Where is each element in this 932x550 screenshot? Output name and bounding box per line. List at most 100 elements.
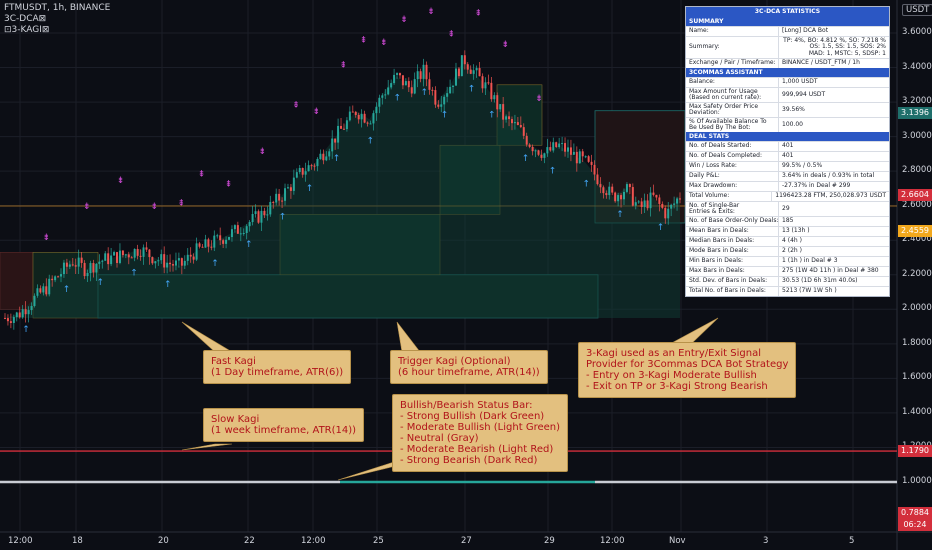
candle-body bbox=[631, 187, 634, 206]
candle-body bbox=[281, 200, 284, 202]
candle-body bbox=[118, 250, 121, 263]
candle-body bbox=[298, 167, 301, 173]
countdown-label: 06:24 bbox=[898, 519, 932, 531]
candle-body bbox=[316, 158, 319, 167]
candle-body bbox=[390, 83, 393, 88]
stats-title: 3C-DCA STATISTICS bbox=[686, 7, 889, 17]
stats-key: No. of Deals Completed: bbox=[686, 152, 779, 161]
candle-body bbox=[516, 122, 519, 126]
y-tick-label: 1.8000 bbox=[902, 337, 932, 348]
candle-body bbox=[186, 254, 189, 261]
candle-body bbox=[478, 68, 481, 77]
stats-row: No. of Deals Completed: 401 bbox=[686, 151, 889, 161]
buy-signal-icon: ↑ bbox=[468, 85, 476, 95]
candle-body bbox=[534, 150, 537, 152]
stats-section-header: 3COMMAS ASSISTANT bbox=[686, 68, 889, 77]
candle-body bbox=[331, 138, 334, 152]
stats-section-header: DEAL STATS bbox=[686, 132, 889, 141]
candle-body bbox=[673, 203, 676, 205]
stats-value: 5213 (7W 1W 5h ) bbox=[782, 287, 837, 295]
candle-body bbox=[284, 188, 287, 201]
candle-body bbox=[189, 254, 192, 257]
candle-body bbox=[254, 211, 257, 215]
buy-signal-icon: ↑ bbox=[657, 223, 665, 233]
stats-key: Mean Bars in Deals: bbox=[686, 227, 779, 236]
candle-body bbox=[104, 253, 107, 261]
y-tick-label: 3.6000 bbox=[902, 27, 932, 37]
stats-key: Name: bbox=[686, 27, 779, 36]
candle-body bbox=[608, 186, 611, 196]
candle-body bbox=[239, 233, 242, 235]
stats-row: Max Drawdown: -27.37% in Deal # 299 bbox=[686, 181, 889, 191]
candle-body bbox=[584, 156, 587, 158]
candle-body bbox=[342, 128, 345, 130]
sell-signal-icon: ⇟ bbox=[427, 7, 435, 17]
stats-key: Total Volume: bbox=[686, 192, 773, 201]
stats-row: % Of Available Balance To Be Used By The… bbox=[686, 117, 889, 132]
stats-value: 4 (4h ) bbox=[782, 237, 802, 245]
stats-row: Std. Dev. of Bars in Deals: 30.53 (1D 6h … bbox=[686, 276, 889, 286]
candle-body bbox=[646, 200, 649, 209]
indicator-kagi-label[interactable]: ⊡3-KAGI⊠ bbox=[4, 25, 110, 36]
stats-key: Max Safety Order Price Deviation: bbox=[686, 103, 779, 117]
candle-body bbox=[278, 193, 281, 201]
candle-body bbox=[9, 321, 12, 323]
sell-signal-icon: ⇟ bbox=[340, 61, 348, 71]
price-tag: 2.6604 bbox=[898, 189, 932, 202]
candle-body bbox=[110, 255, 113, 265]
candle-body bbox=[670, 204, 673, 209]
candle-body bbox=[219, 235, 222, 241]
candle-body bbox=[107, 253, 110, 265]
candle-body bbox=[661, 203, 664, 208]
candle-body bbox=[457, 68, 460, 77]
candle-body bbox=[74, 265, 77, 267]
stats-row: Median Bars in Deals: 4 (4h ) bbox=[686, 236, 889, 246]
stats-value: 401 bbox=[782, 152, 794, 160]
candle-body bbox=[216, 235, 219, 237]
stats-key: Max Drawdown: bbox=[686, 182, 779, 191]
candle-body bbox=[248, 222, 251, 227]
currency-label[interactable]: USDT bbox=[902, 4, 932, 16]
stats-key: Max Bars in Deals: bbox=[686, 267, 779, 276]
indicator-dca-label[interactable]: 3C-DCA⊠ bbox=[4, 14, 110, 25]
stats-key: No. of Deals Started: bbox=[686, 142, 779, 151]
candle-body bbox=[86, 273, 89, 277]
stats-row: Mode Bars in Deals: 2 (2h ) bbox=[686, 246, 889, 256]
candle-body bbox=[602, 187, 605, 194]
candle-body bbox=[366, 122, 369, 124]
buy-signal-icon: ↑ bbox=[367, 137, 375, 147]
stats-row: No. of Single-Bar Entries & Exits: 29 bbox=[686, 201, 889, 216]
stats-row: Exchange / Pair / Timeframe: BINANCE / US… bbox=[686, 58, 889, 68]
candle-body bbox=[222, 240, 225, 244]
y-tick-label: 1.6000 bbox=[902, 372, 932, 383]
candle-body bbox=[245, 226, 248, 233]
stats-value: 401 bbox=[782, 142, 794, 150]
candle-body bbox=[201, 246, 204, 248]
candle-body bbox=[313, 165, 316, 167]
candle-body bbox=[640, 201, 643, 208]
stats-value: 100.00 bbox=[782, 120, 803, 128]
candle-body bbox=[614, 192, 617, 202]
stats-key: Min Bars in Deals: bbox=[686, 257, 779, 266]
candle-body bbox=[555, 142, 558, 147]
candle-body bbox=[469, 69, 472, 74]
candle-body bbox=[127, 254, 130, 258]
candle-body bbox=[233, 225, 236, 230]
sell-signal-icon: ⇟ bbox=[535, 94, 543, 104]
stats-value: BINANCE / USDT_FTM / 1h bbox=[782, 59, 860, 67]
buy-signal-icon: ↑ bbox=[394, 93, 402, 103]
candle-body bbox=[266, 214, 269, 216]
candle-body bbox=[351, 111, 354, 113]
candle-body bbox=[136, 248, 139, 256]
candle-body bbox=[564, 143, 567, 152]
candle-body bbox=[596, 174, 599, 185]
candle-body bbox=[375, 106, 378, 114]
stats-value: 2 (2h ) bbox=[782, 247, 802, 255]
stats-value: [Long] DCA Bot bbox=[782, 27, 829, 35]
stats-row: Name: [Long] DCA Bot bbox=[686, 26, 889, 36]
candle-body bbox=[643, 200, 646, 208]
candle-body bbox=[510, 119, 513, 124]
candle-body bbox=[210, 246, 213, 248]
sell-signal-icon: ⇟ bbox=[43, 233, 51, 243]
candle-body bbox=[39, 288, 42, 293]
